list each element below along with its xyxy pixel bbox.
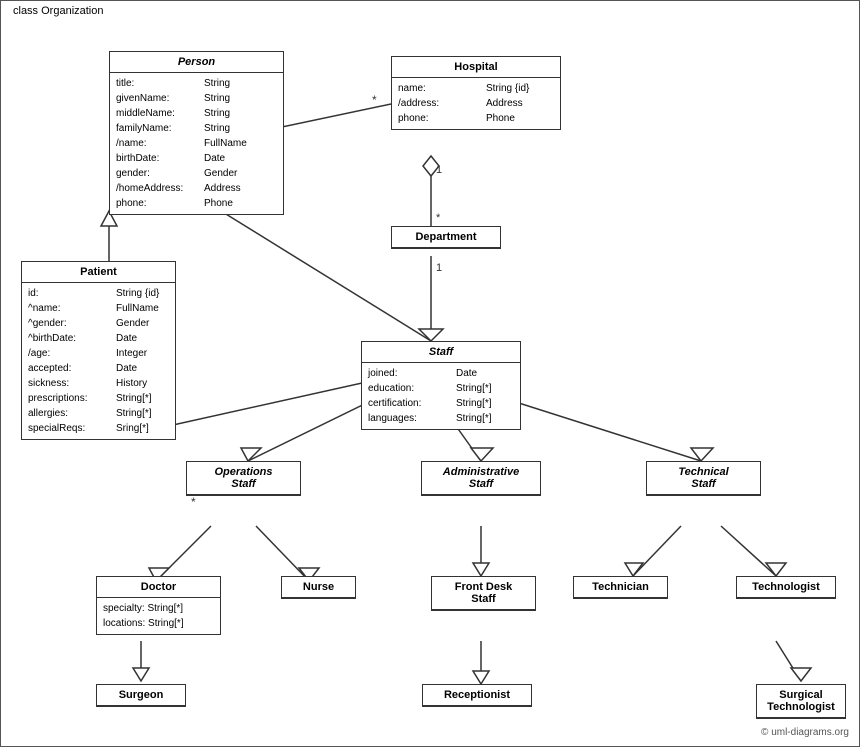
svg-text:*: * xyxy=(372,93,377,107)
staff-class: Staff joined:Date education:String[*] ce… xyxy=(361,341,521,430)
doctor-header: Doctor xyxy=(97,577,220,598)
technician-header: Technician xyxy=(574,577,667,598)
patient-class: Patient id:String {id} ^name:FullName ^g… xyxy=(21,261,176,440)
technologist-header: Technologist xyxy=(737,577,835,598)
technologist-class: Technologist xyxy=(736,576,836,599)
technician-class: Technician xyxy=(573,576,668,599)
staff-header: Staff xyxy=(362,342,520,363)
department-header: Department xyxy=(392,227,500,248)
front-desk-staff-class: Front DeskStaff xyxy=(431,576,536,611)
person-class: Person title:String givenName:String mid… xyxy=(109,51,284,215)
front-desk-staff-header: Front DeskStaff xyxy=(432,577,535,610)
operations-staff-header: OperationsStaff xyxy=(187,462,300,495)
surgical-technologist-class: SurgicalTechnologist xyxy=(756,684,846,719)
copyright-text: © uml-diagrams.org xyxy=(761,727,849,738)
receptionist-header: Receptionist xyxy=(423,685,531,706)
operations-staff-class: OperationsStaff xyxy=(186,461,301,496)
administrative-staff-class: AdministrativeStaff xyxy=(421,461,541,496)
diagram-title: class Organization xyxy=(9,5,108,17)
hospital-body: name:String {id} /address:Address phone:… xyxy=(392,78,560,129)
svg-text:*: * xyxy=(436,212,441,224)
technical-staff-class: TechnicalStaff xyxy=(646,461,761,496)
staff-body: joined:Date education:String[*] certific… xyxy=(362,363,520,429)
svg-text:*: * xyxy=(436,327,441,339)
surgical-technologist-header: SurgicalTechnologist xyxy=(757,685,845,718)
hospital-header: Hospital xyxy=(392,57,560,78)
patient-body: id:String {id} ^name:FullName ^gender:Ge… xyxy=(22,283,175,439)
svg-text:1: 1 xyxy=(436,262,442,274)
doctor-class: Doctor specialty: String[*] locations: S… xyxy=(96,576,221,635)
administrative-staff-header: AdministrativeStaff xyxy=(422,462,540,495)
technical-staff-header: TechnicalStaff xyxy=(647,462,760,495)
diagram-container: class Organization * * 1 * 1 * xyxy=(0,0,860,747)
nurse-header: Nurse xyxy=(282,577,355,598)
patient-header: Patient xyxy=(22,262,175,283)
doctor-body: specialty: String[*] locations: String[*… xyxy=(97,598,220,634)
surgeon-class: Surgeon xyxy=(96,684,186,707)
receptionist-class: Receptionist xyxy=(422,684,532,707)
department-class: Department xyxy=(391,226,501,249)
person-body: title:String givenName:String middleName… xyxy=(110,73,283,214)
svg-text:1: 1 xyxy=(436,164,442,176)
svg-text:*: * xyxy=(191,495,196,509)
surgeon-header: Surgeon xyxy=(97,685,185,706)
nurse-class: Nurse xyxy=(281,576,356,599)
person-header: Person xyxy=(110,52,283,73)
hospital-class: Hospital name:String {id} /address:Addre… xyxy=(391,56,561,130)
